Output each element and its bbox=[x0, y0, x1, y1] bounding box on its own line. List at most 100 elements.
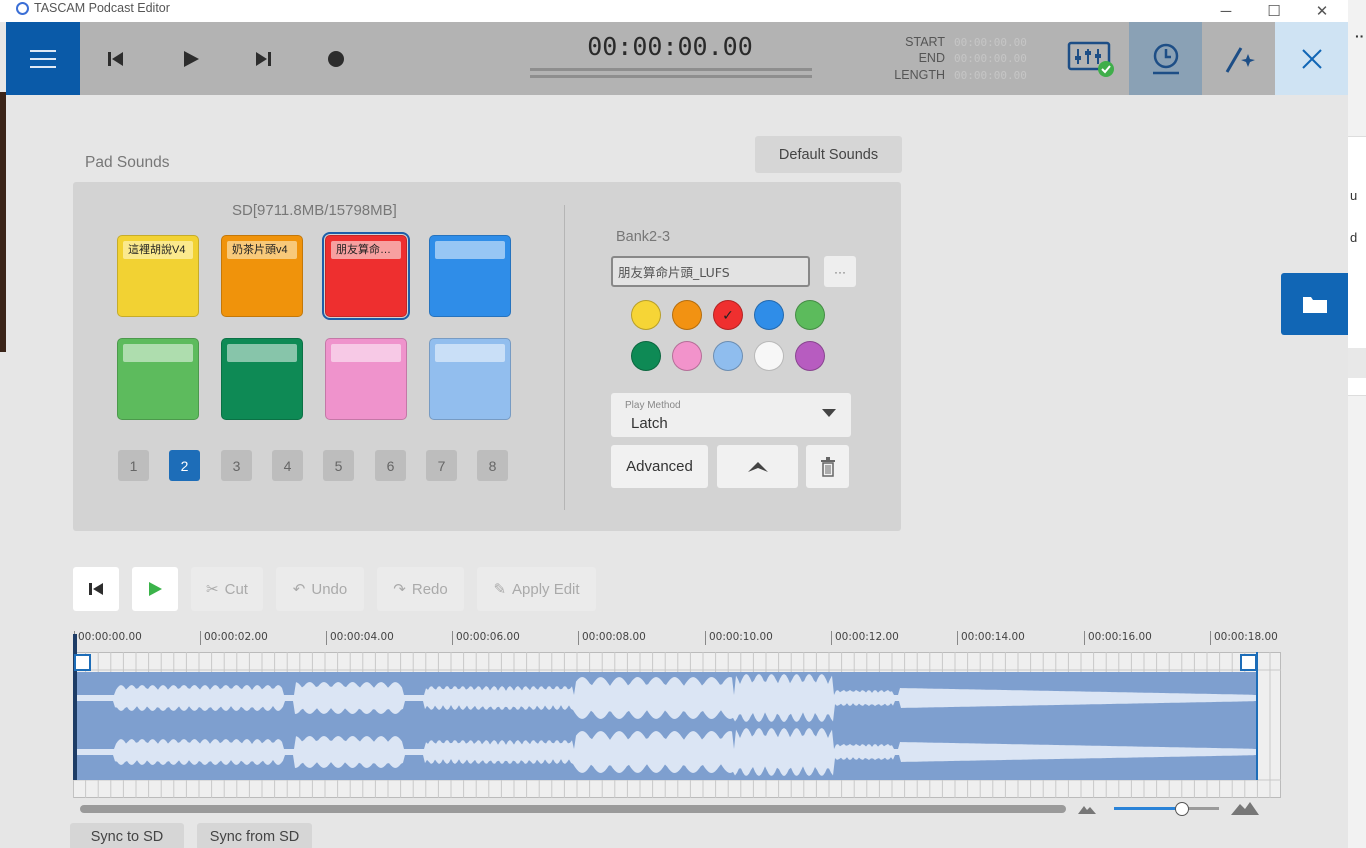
color-swatch[interactable] bbox=[795, 341, 825, 371]
skip-back-button[interactable] bbox=[96, 22, 136, 95]
preview-play-button[interactable] bbox=[132, 567, 178, 611]
bank-button-3[interactable]: 3 bbox=[221, 450, 252, 481]
open-folder-button[interactable] bbox=[1281, 273, 1348, 335]
color-swatch[interactable] bbox=[795, 300, 825, 330]
bank-button-4[interactable]: 4 bbox=[272, 450, 303, 481]
start-value: 00:00:00.00 bbox=[954, 36, 1027, 49]
pad-6[interactable] bbox=[221, 338, 303, 420]
panel-divider bbox=[564, 205, 565, 510]
default-sounds-button[interactable]: Default Sounds bbox=[755, 136, 902, 173]
redo-button[interactable]: ↷ Redo bbox=[377, 567, 464, 611]
level-meter-right bbox=[530, 75, 812, 78]
color-swatch[interactable] bbox=[713, 341, 743, 371]
sync-to-sd-button[interactable]: Sync to SD bbox=[70, 823, 184, 848]
cut-button[interactable]: ✂ Cut bbox=[191, 567, 263, 611]
bank-button-2[interactable]: 2 bbox=[169, 450, 200, 481]
apply-edit-label: Apply Edit bbox=[512, 580, 580, 598]
background-window-selection bbox=[1348, 348, 1366, 378]
window-close-icon: ✕ bbox=[1315, 3, 1329, 20]
magic-wand-button[interactable] bbox=[1202, 22, 1275, 95]
bank-button-8[interactable]: 8 bbox=[477, 450, 508, 481]
redo-icon: ↷ bbox=[393, 581, 406, 598]
pad-1[interactable]: 這裡胡說V4 bbox=[117, 235, 199, 317]
app-icon bbox=[16, 2, 29, 15]
start-handle[interactable] bbox=[74, 654, 91, 671]
minimize-icon: ─ bbox=[1220, 2, 1232, 20]
go-to-start-button[interactable] bbox=[73, 567, 119, 611]
background-window-menu: ·· bbox=[1355, 28, 1365, 44]
color-swatch[interactable]: ✓ bbox=[713, 300, 743, 330]
skip-forward-button[interactable] bbox=[243, 22, 283, 95]
ruler-tick-label: 00:00:12.00 bbox=[831, 631, 899, 645]
zoom-slider-fill bbox=[1114, 807, 1182, 810]
browse-file-button[interactable]: ··· bbox=[824, 256, 856, 287]
clock-icon bbox=[1152, 43, 1179, 74]
background-window: ·· u d bbox=[1348, 0, 1366, 848]
ruler-tick-label: 00:00:10.00 bbox=[705, 631, 773, 645]
sync-from-sd-button[interactable]: Sync from SD bbox=[197, 823, 312, 848]
timecode-display: 00:00:00.00 bbox=[587, 32, 753, 61]
play-button[interactable] bbox=[171, 22, 211, 95]
fade-icon bbox=[747, 461, 768, 472]
ruler-tick-label: 00:00:06.00 bbox=[452, 631, 520, 645]
title-bar: TASCAM Podcast Editor ─ ☐ ✕ bbox=[0, 0, 1348, 22]
play-icon bbox=[184, 50, 199, 67]
bank-button-7[interactable]: 7 bbox=[426, 450, 457, 481]
apply-edit-button[interactable]: ✎ Apply Edit bbox=[477, 567, 596, 611]
pad-3[interactable]: 朋友算命片頭_LUFS bbox=[322, 232, 410, 320]
history-button[interactable] bbox=[1129, 22, 1202, 95]
magic-wand-icon bbox=[1225, 46, 1255, 73]
delete-pad-button[interactable] bbox=[806, 445, 849, 488]
hamburger-menu-button[interactable] bbox=[6, 22, 80, 95]
pad-5[interactable] bbox=[117, 338, 199, 420]
bank-button-6[interactable]: 6 bbox=[375, 450, 406, 481]
window-close-button[interactable]: ✕ bbox=[1298, 0, 1346, 22]
color-swatch[interactable] bbox=[672, 300, 702, 330]
zoom-slider-thumb[interactable] bbox=[1175, 802, 1189, 816]
mixer-button[interactable] bbox=[1055, 22, 1129, 95]
timeline-ruler[interactable]: 00:00:00.00 00:00:02.00 00:00:04.00 00:0… bbox=[73, 628, 1281, 654]
background-window-edge bbox=[0, 92, 6, 352]
pad-name-field[interactable] bbox=[611, 256, 810, 287]
background-window-text: d bbox=[1350, 230, 1358, 245]
pad-label bbox=[331, 344, 401, 362]
bank-button-5[interactable]: 5 bbox=[323, 450, 354, 481]
undo-icon: ↶ bbox=[292, 581, 306, 598]
pad-2[interactable]: 奶茶片頭v4 bbox=[221, 235, 303, 317]
play-method-dropdown[interactable]: Play Method Latch bbox=[611, 393, 851, 437]
color-swatch[interactable] bbox=[754, 300, 784, 330]
bank-button-1[interactable]: 1 bbox=[118, 450, 149, 481]
play-method-value: Latch bbox=[631, 415, 668, 432]
undo-button[interactable]: ↶ Undo bbox=[276, 567, 364, 611]
envelope-button[interactable] bbox=[717, 445, 798, 488]
timeline-scrollbar[interactable] bbox=[80, 805, 1066, 813]
hamburger-icon-line bbox=[30, 49, 56, 52]
pad-label: 這裡胡說V4 bbox=[123, 241, 193, 259]
color-swatch[interactable] bbox=[631, 300, 661, 330]
close-editor-button[interactable] bbox=[1275, 22, 1348, 95]
pad-sounds-title: Pad Sounds bbox=[85, 154, 170, 171]
zoom-out-icon[interactable] bbox=[1077, 803, 1097, 815]
minimize-button[interactable]: ─ bbox=[1202, 0, 1250, 22]
audio-waveform bbox=[74, 674, 1257, 776]
close-icon bbox=[1301, 48, 1322, 69]
advanced-button[interactable]: Advanced bbox=[611, 445, 708, 488]
color-swatch[interactable] bbox=[672, 341, 702, 371]
pad-7[interactable] bbox=[325, 338, 407, 420]
redo-label: Redo bbox=[411, 580, 448, 598]
background-window-text: u bbox=[1350, 188, 1358, 203]
record-button[interactable] bbox=[316, 22, 356, 95]
pad-4[interactable] bbox=[429, 235, 511, 317]
maximize-button[interactable]: ☐ bbox=[1250, 0, 1298, 22]
length-label: LENGTH bbox=[894, 68, 945, 82]
play-icon bbox=[149, 582, 162, 596]
color-swatch[interactable] bbox=[631, 341, 661, 371]
color-swatch[interactable] bbox=[754, 341, 784, 371]
pad-8[interactable] bbox=[429, 338, 511, 420]
pad-label: 奶茶片頭v4 bbox=[227, 241, 297, 259]
zoom-in-icon[interactable] bbox=[1230, 800, 1260, 816]
pad-label: 朋友算命片頭_LUFS bbox=[331, 241, 401, 259]
end-handle[interactable] bbox=[1240, 654, 1257, 671]
folder-icon bbox=[1302, 297, 1327, 313]
ruler-tick-label: 00:00:02.00 bbox=[200, 631, 268, 645]
